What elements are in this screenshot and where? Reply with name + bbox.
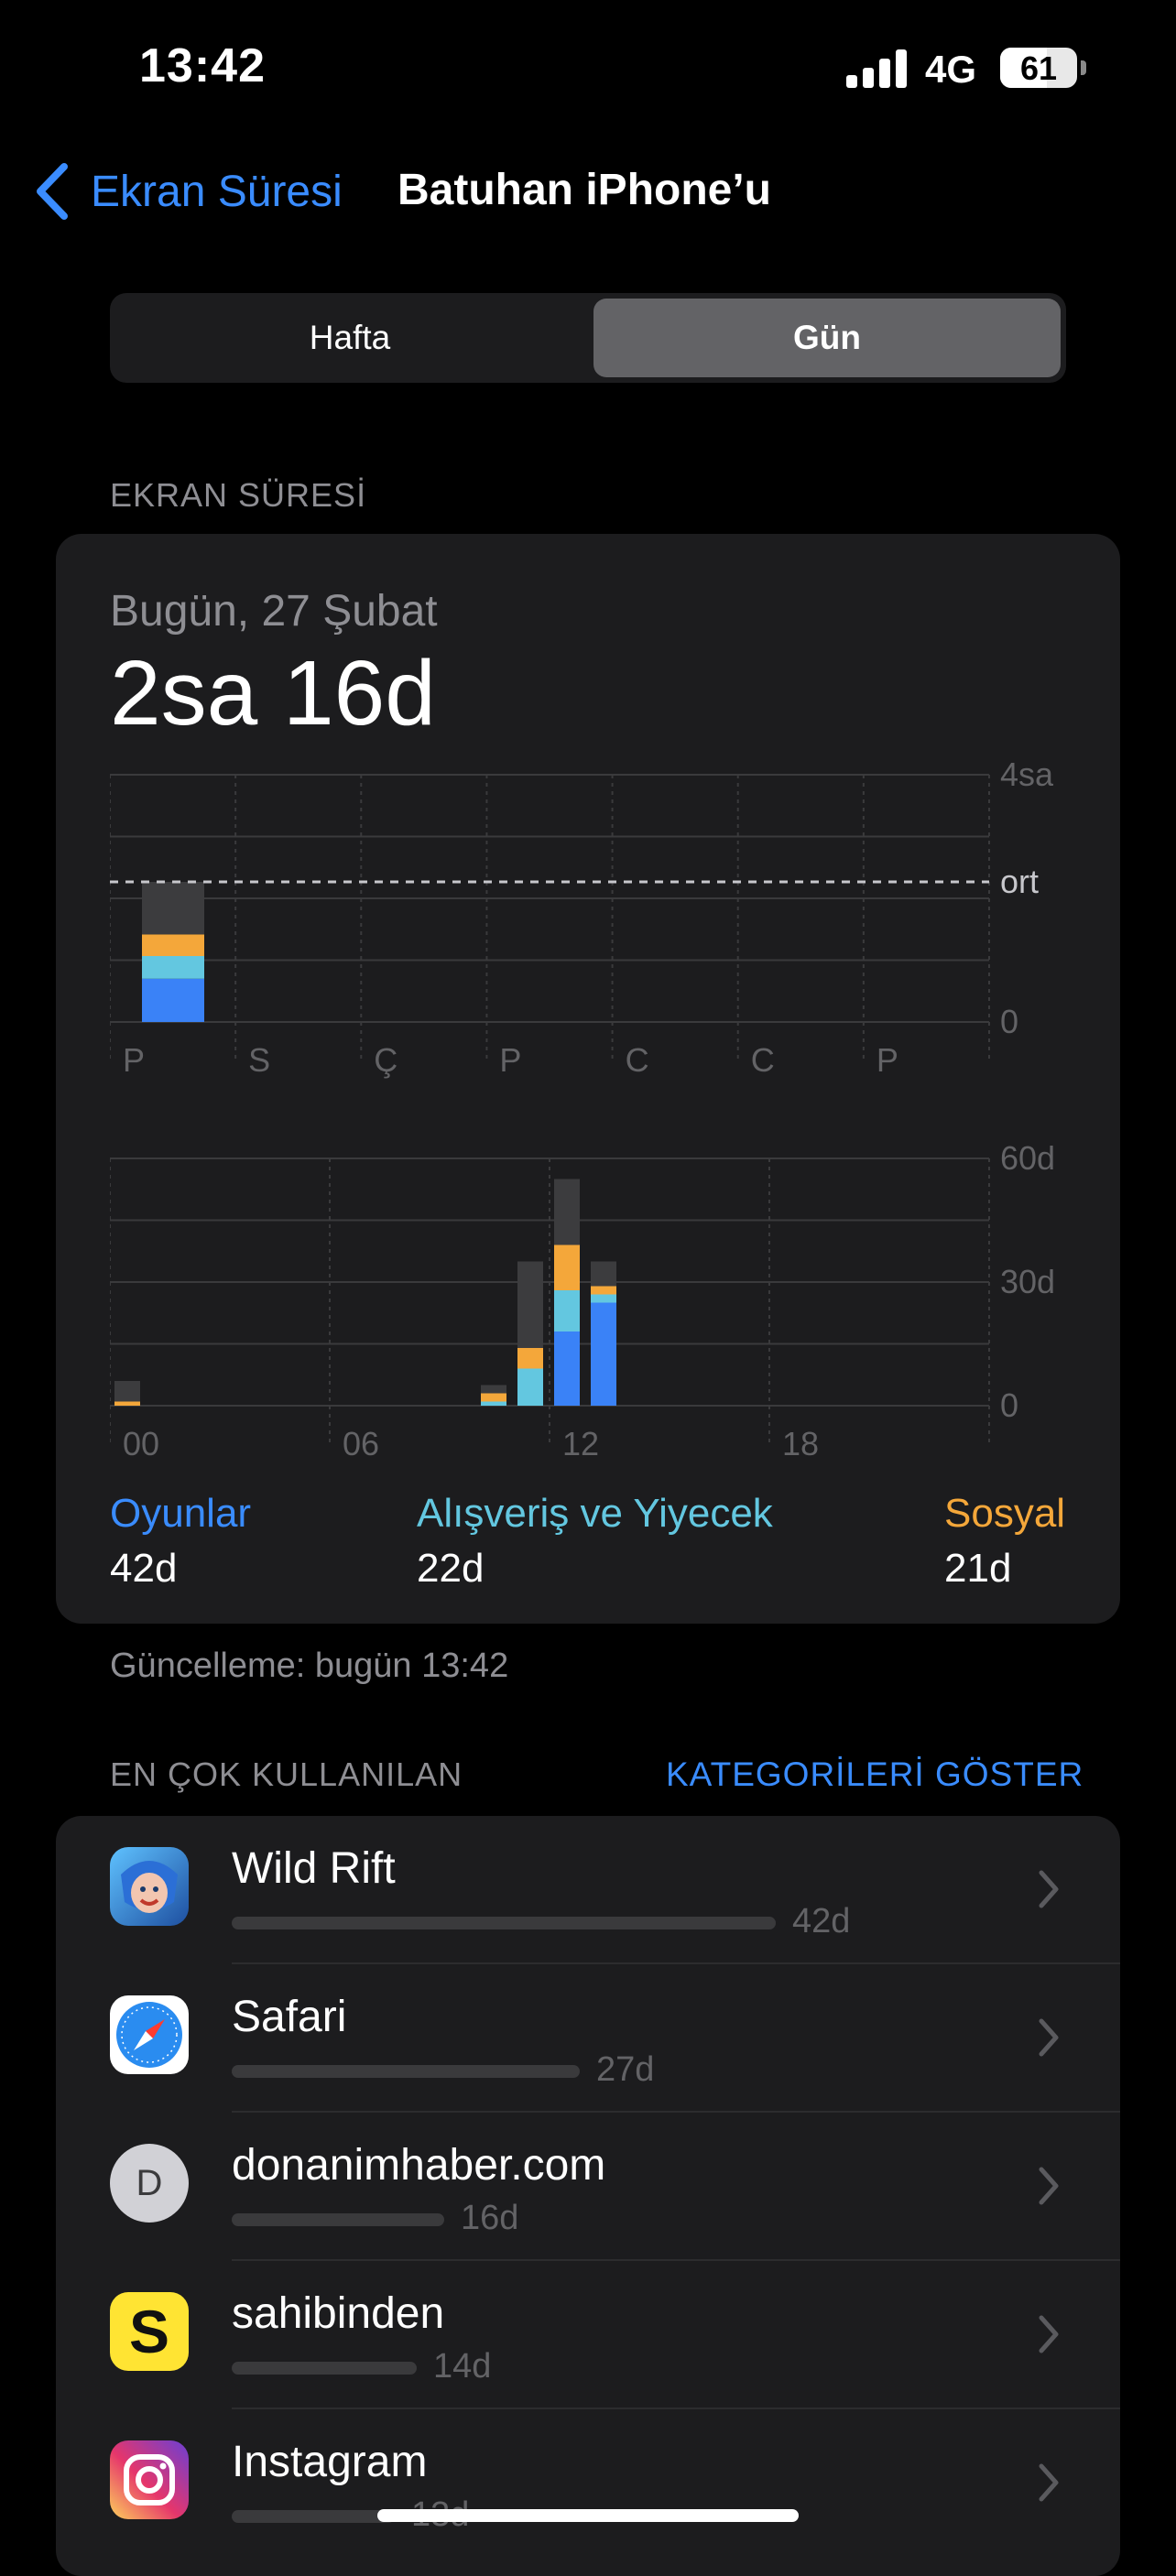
hourly-bar-segment — [554, 1245, 580, 1290]
app-name: Wild Rift — [232, 1844, 396, 1893]
y-tick-label: 30d — [1000, 1263, 1055, 1300]
usage-bar — [232, 2362, 417, 2375]
hourly-bar-segment — [517, 1348, 543, 1369]
legend-label-shopping: Alışveriş ve Yiyecek — [417, 1491, 773, 1536]
day-tick-label: Ç — [374, 1041, 397, 1079]
back-button[interactable]: Ekran Süresi — [91, 167, 343, 217]
day-tick-label: P — [877, 1041, 898, 1079]
app-name: Safari — [232, 1993, 347, 2041]
hourly-bar-segment — [114, 1401, 140, 1406]
chevron-right-icon — [1039, 2167, 1059, 2205]
legend-value-shopping: 22d — [417, 1546, 485, 1591]
usage-bar — [232, 2510, 395, 2523]
weekly-bar-segment — [142, 978, 204, 1022]
segment-day[interactable]: Gün — [593, 299, 1061, 377]
home-indicator[interactable] — [377, 2509, 799, 2522]
hourly-bar-segment — [554, 1331, 580, 1406]
app-name: Instagram — [232, 2438, 428, 2486]
chevron-left-icon[interactable] — [31, 161, 75, 222]
hourly-bar-segment — [591, 1302, 616, 1406]
app-row-sahibinden[interactable]: S sahibinden 14d — [56, 2261, 1120, 2409]
battery-icon: 61 — [1000, 48, 1077, 88]
wild-rift-icon — [110, 1847, 189, 1926]
show-categories-button[interactable]: KATEGORİLERİ GÖSTER — [666, 1755, 1083, 1794]
app-duration: 27d — [596, 2050, 655, 2089]
hourly-bar-segment — [591, 1261, 616, 1287]
cellular-signal-icon — [846, 48, 907, 88]
most-used-list: Wild Rift 42d Safari 27d D donanimhaber.… — [56, 1816, 1120, 2576]
y-tick-label: 4sa — [1000, 755, 1054, 793]
website-icon-letter: D — [136, 2162, 163, 2203]
usage-charts-svg: P S Ç P C C P4saort000 06 12 1860d30d0 — [109, 755, 1055, 1462]
legend-value-social: 21d — [944, 1546, 1012, 1591]
battery-percent: 61 — [1019, 49, 1058, 87]
most-used-section-label: EN ÇOK KULLANILAN — [110, 1755, 463, 1793]
app-row-safari[interactable]: Safari 27d — [56, 1964, 1120, 2113]
hourly-bar-segment — [114, 1381, 140, 1402]
hourly-bar-segment — [517, 1261, 543, 1348]
page-title: Batuhan iPhone’u — [397, 166, 771, 214]
average-label: ort — [1000, 863, 1039, 900]
app-duration: 16d — [461, 2199, 519, 2237]
usage-bar — [232, 2065, 580, 2078]
day-tick-label: S — [248, 1041, 270, 1079]
total-screen-time: 2sa 16d — [110, 642, 436, 745]
app-duration: 14d — [433, 2347, 492, 2386]
app-row-donanimhaber[interactable]: D donanimhaber.com 16d — [56, 2113, 1120, 2261]
instagram-icon — [110, 2440, 189, 2519]
hourly-bar-segment — [481, 1385, 506, 1394]
weekly-bar-segment — [142, 956, 204, 979]
network-type: 4G — [925, 48, 977, 91]
app-duration: 42d — [792, 1902, 851, 1940]
chevron-right-icon — [1039, 1870, 1059, 1908]
hourly-bar-segment — [554, 1290, 580, 1331]
hourly-bar-segment — [517, 1368, 543, 1406]
updated-time: Güncelleme: bugün 13:42 — [110, 1647, 509, 1685]
day-tick-label: P — [123, 1041, 145, 1079]
chevron-right-icon — [1039, 2463, 1059, 2502]
chevron-right-icon — [1039, 2315, 1059, 2353]
usage-bar — [232, 1917, 776, 1929]
chevron-right-icon — [1039, 2018, 1059, 2057]
hour-tick-label: 00 — [123, 1425, 159, 1462]
summary-date: Bugün, 27 Şubat — [110, 587, 438, 636]
hour-tick-label: 12 — [562, 1425, 599, 1462]
app-row-wild-rift[interactable]: Wild Rift 42d — [56, 1816, 1120, 1964]
status-time: 13:42 — [139, 39, 266, 92]
hourly-bar-segment — [481, 1401, 506, 1406]
app-name: sahibinden — [232, 2289, 445, 2338]
hourly-bar-segment — [591, 1286, 616, 1295]
safari-icon — [110, 1995, 189, 2074]
hourly-bar-segment — [554, 1179, 580, 1245]
y-tick-label: 0 — [1000, 1003, 1018, 1040]
legend-label-social: Sosyal — [944, 1491, 1066, 1536]
y-tick-label: 60d — [1000, 1139, 1055, 1177]
hourly-bar-segment — [481, 1393, 506, 1402]
hour-tick-label: 18 — [782, 1425, 819, 1462]
website-icon: D — [110, 2144, 189, 2223]
weekly-bar-segment — [142, 882, 204, 935]
segment-week[interactable]: Hafta — [115, 299, 584, 377]
y-tick-label: 0 — [1000, 1386, 1018, 1424]
battery-cap — [1081, 60, 1086, 75]
sahibinden-icon-letter: S — [128, 2298, 170, 2365]
sahibinden-icon: S — [110, 2292, 189, 2371]
usage-bar — [232, 2213, 444, 2226]
usage-charts: P S Ç P C C P 4sa ort 0 00 06 12 18 60d 30d 0 — [109, 751, 1099, 1575]
day-tick-label: C — [751, 1041, 775, 1079]
day-tick-label: C — [626, 1041, 649, 1079]
legend-label-games: Oyunlar — [110, 1491, 252, 1536]
hourly-bar-segment — [591, 1294, 616, 1303]
weekly-bar-segment — [142, 934, 204, 956]
hour-tick-label: 06 — [343, 1425, 379, 1462]
legend-value-games: 42d — [110, 1546, 178, 1591]
app-row-instagram[interactable]: Instagram 13d — [56, 2409, 1120, 2558]
period-segmented-control: Hafta Gün — [110, 293, 1066, 383]
screen-time-section-label: EKRAN SÜRESİ — [110, 476, 367, 514]
day-tick-label: P — [499, 1041, 521, 1079]
app-name: donanimhaber.com — [232, 2141, 606, 2190]
